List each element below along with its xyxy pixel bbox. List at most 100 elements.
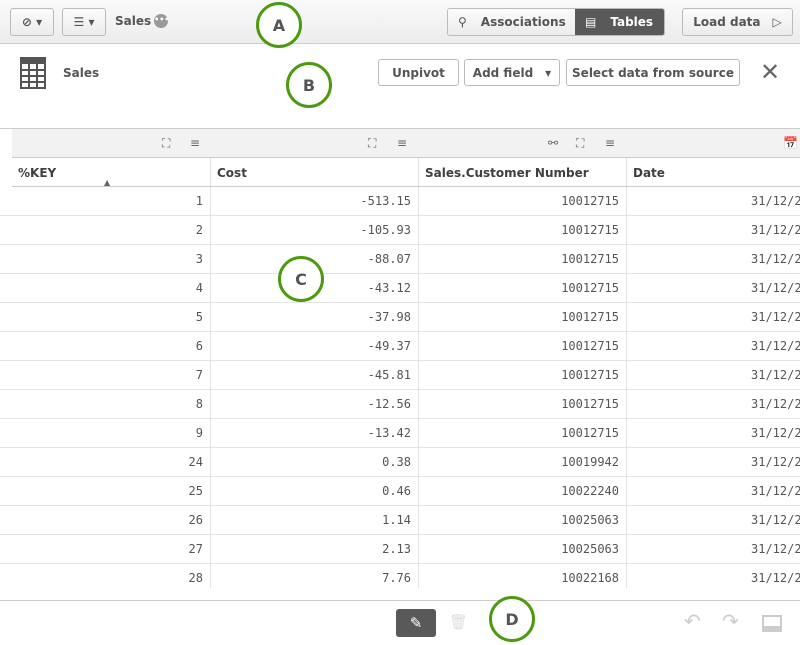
table-row[interactable]: 28 7.76 10022168 31/12/2 xyxy=(0,564,800,588)
callout-d: D xyxy=(489,596,535,642)
column-header-date[interactable]: Date xyxy=(626,158,800,186)
table-cell: 10022168 xyxy=(418,564,626,588)
expand-icon[interactable]: ⛶ xyxy=(368,136,376,151)
table-cell: 24 xyxy=(188,455,203,469)
table-cell: 10012715 xyxy=(418,245,626,274)
view-switch: ⚲ Associations ▤ Tables xyxy=(447,8,665,36)
callout-b: B xyxy=(286,62,332,108)
add-field-button[interactable]: Add field ▾ xyxy=(464,59,560,86)
associations-tab[interactable]: ⚲ Associations xyxy=(448,9,575,35)
table-row[interactable]: 7 -45.81 10012715 31/12/2 xyxy=(0,361,800,390)
table-cell: 31/12/2 xyxy=(626,216,800,245)
table-cell: -45.81 xyxy=(210,361,418,390)
table-cell: 8 xyxy=(195,397,203,411)
table-row[interactable]: 1 -513.15 10012715 31/12/2 xyxy=(0,187,800,216)
top-bar: ⊘ ▾ ☰ ▾ Sales ••• ⚲ Associations ▤ Tables L… xyxy=(0,0,800,44)
pencil-icon: ✎ xyxy=(409,614,423,632)
edit-button[interactable]: ✎ xyxy=(396,609,436,637)
column-header-key[interactable]: %KEY ▲ xyxy=(12,158,210,187)
table-row[interactable]: 27 2.13 10025063 31/12/2 xyxy=(0,535,800,564)
table-row[interactable]: 24 0.38 10019942 31/12/2 xyxy=(0,448,800,477)
tables-tab[interactable]: ▤ Tables xyxy=(575,9,664,35)
expand-icon[interactable]: ⛶ xyxy=(576,136,584,151)
calendar-icon: 📅 xyxy=(783,136,798,150)
associations-icon: ⚲ xyxy=(458,15,467,29)
close-icon[interactable]: ✕ xyxy=(760,58,780,86)
table-cell: 31/12/2 xyxy=(626,419,800,448)
table-icon xyxy=(20,57,46,89)
table-cell: 10012715 xyxy=(418,390,626,419)
app-title[interactable]: Sales ••• xyxy=(115,14,169,28)
table-name: Sales xyxy=(63,66,100,80)
table-cell: 10012715 xyxy=(418,274,626,303)
link-icon[interactable]: ⚯ xyxy=(548,136,558,150)
table-row[interactable]: 3 -88.07 10012715 31/12/2 xyxy=(0,245,800,274)
table-cell: 31/12/2 xyxy=(626,448,800,477)
table-row[interactable]: 5 -37.98 10012715 31/12/2 xyxy=(0,303,800,332)
table-cell: 27 xyxy=(188,542,203,556)
table-row[interactable]: 8 -12.56 10012715 31/12/2 xyxy=(0,390,800,419)
navigation-menu-button[interactable]: ⊘ ▾ xyxy=(10,8,54,36)
table-cell: 7.76 xyxy=(210,564,418,588)
callout-a: A xyxy=(256,2,302,48)
table-cell: 31/12/2 xyxy=(626,361,800,390)
bottom-bar: ✎ 🗑 ↶ ↷ xyxy=(0,600,800,645)
table-cell: 5 xyxy=(195,310,203,324)
table-cell: 4 xyxy=(195,281,203,295)
table-row[interactable]: 9 -13.42 10012715 31/12/2 xyxy=(0,419,800,448)
redo-icon[interactable]: ↷ xyxy=(722,609,739,633)
undo-icon[interactable]: ↶ xyxy=(684,609,701,633)
table-cell: 10012715 xyxy=(418,361,626,390)
table-row[interactable]: 6 -49.37 10012715 31/12/2 xyxy=(0,332,800,361)
trash-icon[interactable]: 🗑 xyxy=(449,613,468,631)
table-cell: 10012715 xyxy=(418,303,626,332)
table-row[interactable]: 4 -43.12 10012715 31/12/2 xyxy=(0,274,800,303)
expand-icon[interactable]: ⛶ xyxy=(162,136,170,151)
table-cell: 1 xyxy=(195,194,203,208)
table-row[interactable]: 26 1.14 10025063 31/12/2 xyxy=(0,506,800,535)
table-row[interactable]: 25 0.46 10022240 31/12/2 xyxy=(0,477,800,506)
table-cell: 6 xyxy=(195,339,203,353)
table-cell: -513.15 xyxy=(210,187,418,216)
table-cell: 0.46 xyxy=(210,477,418,506)
table-cell: 31/12/2 xyxy=(626,535,800,564)
table-cell: 7 xyxy=(195,368,203,382)
menu-icon[interactable]: ≡ xyxy=(190,136,200,150)
table-cell: 0.38 xyxy=(210,448,418,477)
toggle-panel-icon[interactable] xyxy=(762,615,782,632)
app-title-text: Sales xyxy=(115,14,152,28)
list-menu-button[interactable]: ☰ ▾ xyxy=(62,8,106,36)
table-cell: 10022240 xyxy=(418,477,626,506)
menu-icon[interactable]: ≡ xyxy=(397,136,407,150)
table-cell: 10012715 xyxy=(418,419,626,448)
table-icon: ▤ xyxy=(585,15,597,29)
play-icon: ▷ xyxy=(772,15,782,29)
more-icon[interactable]: ••• xyxy=(154,14,169,28)
unpivot-button[interactable]: Unpivot xyxy=(378,59,459,86)
chevron-down-icon: ▾ xyxy=(545,65,552,80)
table-cell: 2.13 xyxy=(210,535,418,564)
table-cell: 9 xyxy=(195,426,203,440)
data-table: ⛶ ≡ ⛶ ≡ ⚯ ⛶ ≡ 📅 %KEY ▲ Cost Sales.Customer Nu… xyxy=(0,128,800,588)
table-row[interactable]: 2 -105.93 10012715 31/12/2 xyxy=(0,216,800,245)
table-cell: 31/12/2 xyxy=(626,274,800,303)
column-header-customer-number[interactable]: Sales.Customer Number xyxy=(418,158,626,186)
select-data-from-source-button[interactable]: Select data from source xyxy=(566,59,740,86)
menu-icon[interactable]: ≡ xyxy=(605,136,615,150)
callout-c: C xyxy=(278,256,324,302)
compass-icon: ⊘ ▾ xyxy=(21,15,43,29)
table-cell: 31/12/2 xyxy=(626,303,800,332)
column-header-cost[interactable]: Cost xyxy=(210,158,418,186)
table-cell: 1.14 xyxy=(210,506,418,535)
table-cell: 31/12/2 xyxy=(626,506,800,535)
table-cell: 10025063 xyxy=(418,535,626,564)
add-field-label: Add field xyxy=(472,65,534,80)
table-cell: -13.42 xyxy=(210,419,418,448)
table-cell: 31/12/2 xyxy=(626,245,800,274)
load-data-button[interactable]: Load data ▷ xyxy=(682,8,793,36)
table-cell: -49.37 xyxy=(210,332,418,361)
table-cell: 31/12/2 xyxy=(626,332,800,361)
associations-label: Associations xyxy=(480,15,566,29)
column-label: %KEY xyxy=(18,166,57,180)
column-header-row: %KEY ▲ Cost Sales.Customer Number Date xyxy=(12,158,800,187)
